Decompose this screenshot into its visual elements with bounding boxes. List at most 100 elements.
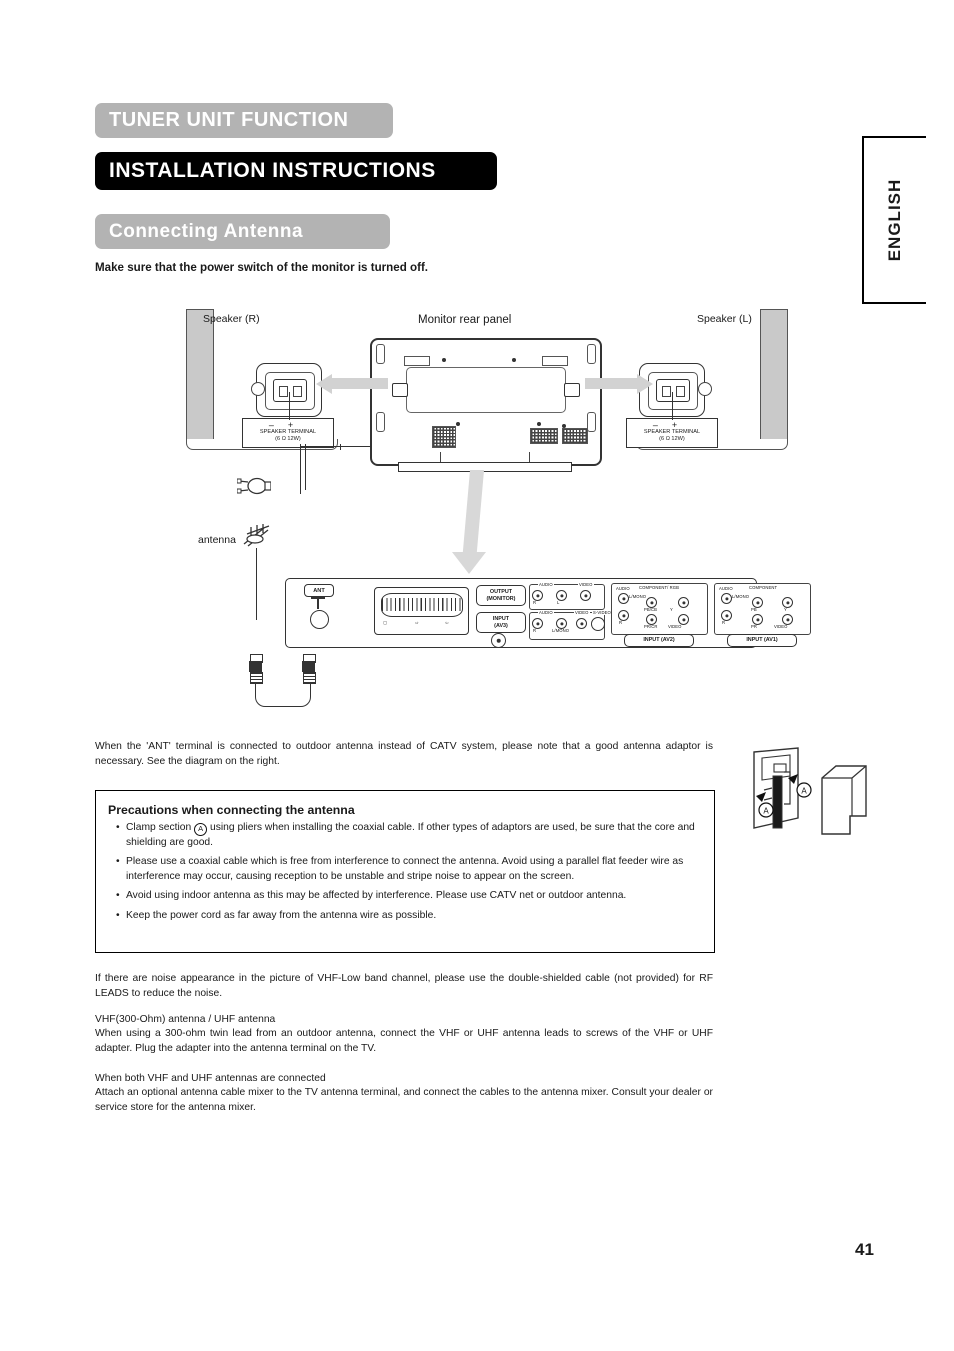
coax-cable-loop (255, 684, 311, 707)
coax-rib-left (250, 672, 263, 684)
monitor-vent-grill-left (432, 426, 456, 448)
scart-connector-group: ▢ ⇨ ⇦ (374, 587, 469, 635)
terminal-wire-left (672, 392, 673, 420)
input-av3-video-jack (576, 618, 587, 629)
monitor-screw-4 (537, 422, 541, 426)
speaker-terminal-label-left: –+ SPEAKER TERMINAL (6 Ω 12W) (626, 418, 718, 448)
input-av2-pb-label: PB/CB (644, 607, 658, 612)
note-vhf-body: When using a 300-ohm twin lead from an o… (95, 1028, 713, 1054)
scart-icon-1: ▢ (383, 620, 388, 625)
input-av2-audio-l-jack (618, 593, 629, 604)
output-audio-label: AUDIO (538, 582, 554, 587)
speaker-terminal-label-right: –+ SPEAKER TERMINAL (6 Ω 12W) (242, 418, 334, 448)
power-cord-vertical (300, 444, 301, 494)
ant-terminal-label: ANT (304, 584, 334, 597)
precaution-bullet-4: Keep the power cord as far away from the… (116, 909, 702, 924)
banner-connect-label: Connecting Antenna (109, 220, 304, 242)
monitor-speaker-jack-left (564, 383, 580, 397)
monitor-vent-grill-right2 (562, 428, 588, 444)
input-av3-video-label: VIDEO (574, 610, 590, 615)
input-av1-audio-l-jack (721, 593, 732, 604)
banner-connecting-antenna: Connecting Antenna (95, 214, 390, 249)
monitor-rear-panel-label: Monitor rear panel (418, 314, 512, 326)
svg-text:A: A (763, 807, 769, 816)
power-cord-vertical2 (305, 444, 306, 490)
manual-page: TUNER UNIT FUNCTION INSTALLATION INSTRUC… (0, 0, 954, 1351)
antenna-lead-wire (256, 548, 257, 620)
tuner-connector-panel: ANT ▢ ⇨ ⇦ OUTPUT (MONITOR) INPUT (AV3) AUD… (285, 578, 811, 648)
power-cord-horizontal (300, 446, 372, 447)
banner-installation-instructions: INSTALLATION INSTRUCTIONS (95, 152, 497, 190)
monitor-corner-bl-icon (376, 412, 385, 432)
precaution-bullet-3: Avoid using indoor antenna as this may b… (116, 889, 702, 904)
speaker-left-cabinet (760, 309, 788, 442)
note-both-heading: When both VHF and UHF antennas are conne… (95, 1073, 326, 1084)
scart-icon-2: ⇨ (415, 620, 419, 625)
monitor-screw-5 (562, 424, 566, 428)
cord-break-mark (340, 444, 341, 450)
terminal-hole-plus-right (293, 386, 302, 397)
output-audio-l-ch: L (557, 600, 560, 605)
terminal-text-line1-left: SPEAKER TERMINAL (643, 429, 701, 435)
power-off-notice: Make sure that the power switch of the m… (95, 261, 429, 274)
terminal-polarity-left: –+ (652, 420, 692, 430)
input-av2-pr-label: PR/CR (644, 624, 658, 629)
svg-text:A: A (801, 787, 807, 796)
coax-connector-right (302, 654, 316, 684)
output-audio-r-ch: R (533, 600, 537, 605)
input-av3-svideo-label: S-VIDEO (592, 610, 612, 615)
monitor-speaker-jack-right (392, 383, 408, 397)
input-av1-audio-label: AUDIO (719, 586, 733, 591)
terminal-plug-left (656, 379, 690, 402)
input-av3-jack (491, 633, 506, 648)
output-video-jack (580, 590, 591, 601)
banner-tuner-label: TUNER UNIT FUNCTION (109, 109, 349, 131)
power-plug-icon (236, 476, 272, 496)
antenna-adaptor-figure: A A (740, 742, 870, 860)
monitor-stand-base (398, 462, 572, 472)
callout-arrow-down-head (452, 552, 486, 574)
monitor-rear-panel (370, 338, 602, 466)
callout-arrow-left-shaft (585, 378, 643, 389)
input-av2-audio-r-ch: R (619, 620, 623, 625)
callout-arrow-right-shaft (330, 378, 388, 389)
marker-a-inline: A (194, 823, 208, 836)
coax-rib-right (303, 672, 316, 684)
terminal-text-line1-right: SPEAKER TERMINAL (259, 429, 317, 435)
terminal-text-line2-left: (6 Ω 12W) (659, 435, 685, 442)
input-av2-component-rgb-label: COMPONENT/ RGB (638, 585, 681, 590)
ant-symbol-stem (317, 597, 319, 609)
note-both-body: Attach an optional antenna cable mixer t… (95, 1087, 713, 1113)
input-av3-label: INPUT (AV3) (476, 612, 526, 633)
input-av1-audio-l-mono: L/MONO (732, 594, 750, 599)
input-av3-audio-label: AUDIO (538, 610, 554, 615)
terminal-hole-minus-left (662, 386, 671, 397)
speaker-right-cabinet (186, 309, 214, 442)
input-av1-pb-label: PB (751, 607, 757, 612)
monitor-corner-tr-icon (587, 344, 596, 364)
input-av1-label: INPUT (AV1) (727, 634, 797, 647)
precautions-box: Precautions when connecting the antenna … (95, 790, 715, 953)
monitor-corner-tl-icon (376, 344, 385, 364)
input-av1-pr-label: PR (751, 624, 758, 629)
input-av3-svideo-jack (591, 617, 605, 631)
speaker-right-label: Speaker (R) (203, 313, 260, 325)
monitor-screw-3 (456, 422, 460, 426)
note-vhf-heading: VHF(300-Ohm) antenna / UHF antenna (95, 1014, 276, 1025)
precautions-title: Precautions when connecting the antenna (108, 803, 355, 817)
note-noise: If there are noise appearance in the pic… (95, 973, 713, 999)
language-tab-label: ENGLISH (885, 178, 904, 262)
terminal-hole-plus-left (676, 386, 685, 397)
bullet1-pre: Clamp section (126, 822, 195, 833)
monitor-screw-2 (512, 358, 516, 362)
input-av2-audio-label: AUDIO (616, 586, 630, 591)
banner-tuner-unit-function: TUNER UNIT FUNCTION (95, 103, 393, 138)
monitor-vent-left (404, 356, 430, 366)
terminal-wire-right (289, 392, 290, 420)
input-av1-component-label: COMPONENT (748, 585, 779, 590)
intro-paragraph: When the 'ANT' terminal is connected to … (95, 741, 713, 767)
scart-icon-3: ⇦ (445, 620, 449, 625)
ant-coax-jack (310, 610, 329, 629)
banner-install-label: INSTALLATION INSTRUCTIONS (109, 159, 436, 182)
callout-arrow-left-head (637, 374, 653, 394)
